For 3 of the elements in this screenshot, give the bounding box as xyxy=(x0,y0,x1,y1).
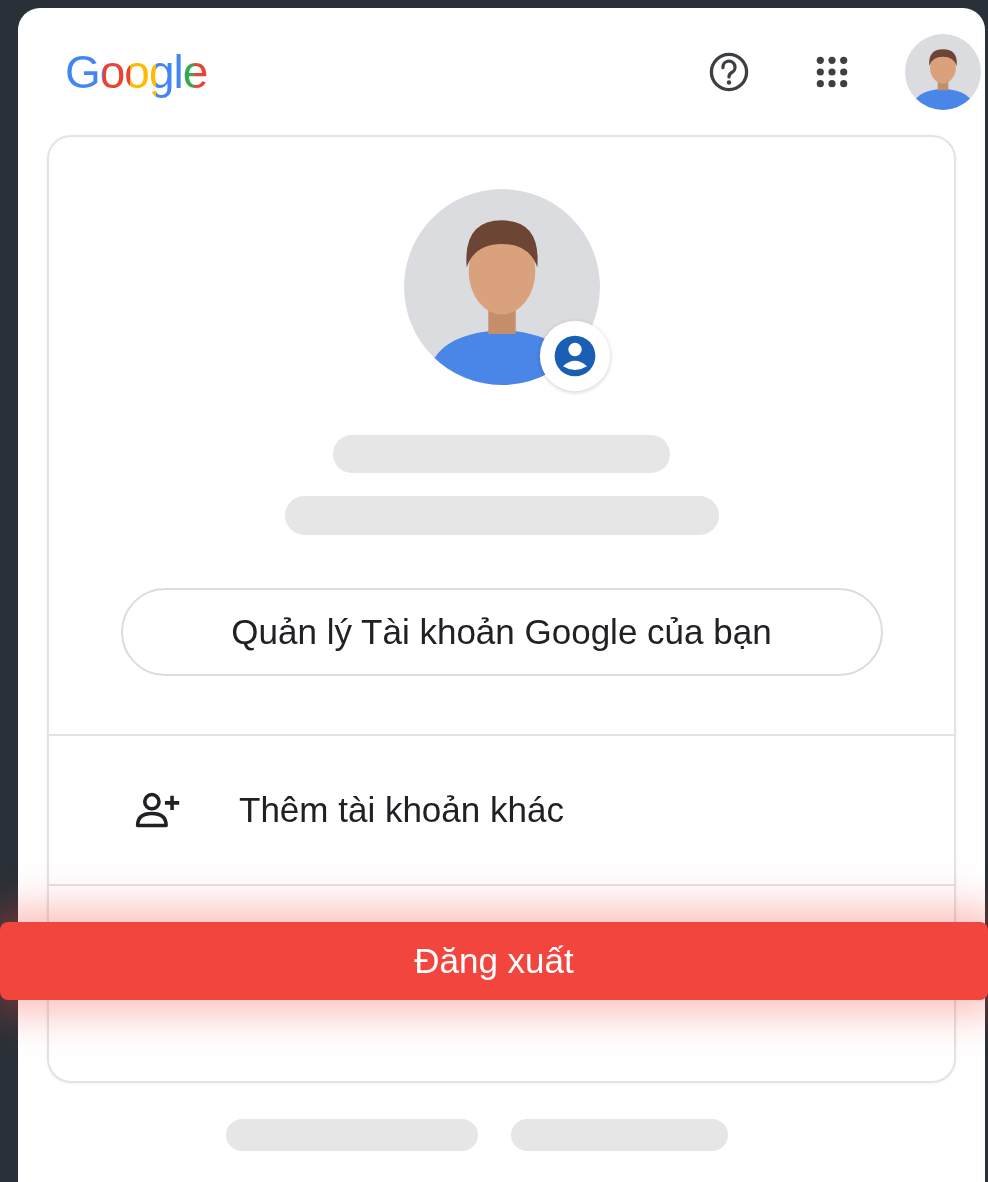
sign-out-button[interactable]: Đăng xuất xyxy=(0,922,988,1000)
manage-account-button[interactable]: Quản lý Tài khoản Google của bạn xyxy=(120,588,883,676)
add-account-item[interactable]: Thêm tài khoản khác xyxy=(49,736,954,884)
